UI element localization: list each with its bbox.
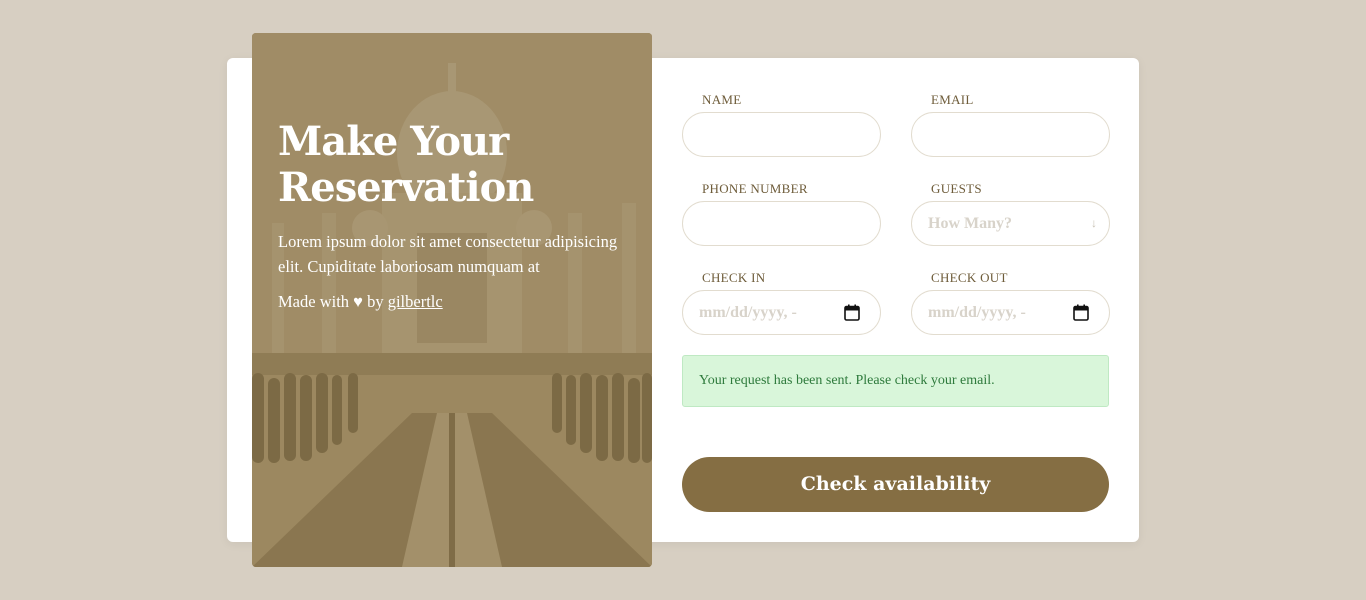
checkin-field: CHECK IN mm/dd/yyyy, - — [682, 270, 881, 335]
checkin-placeholder: mm/dd/yyyy, - — [699, 304, 797, 321]
phone-input[interactable] — [682, 201, 881, 246]
checkin-label: CHECK IN — [702, 270, 766, 285]
phone-field: PHONE NUMBER — [682, 181, 881, 246]
credit-link[interactable]: gilbertlc — [388, 292, 443, 311]
guests-select[interactable]: How Many? ↓ — [911, 201, 1110, 246]
calendar-icon[interactable] — [844, 304, 860, 321]
calendar-icon[interactable] — [1073, 304, 1089, 321]
email-input[interactable] — [911, 112, 1110, 157]
hero-panel: Make Your Reservation Lorem ipsum dolor … — [252, 33, 652, 567]
checkin-date-input[interactable]: mm/dd/yyyy, - — [682, 290, 881, 335]
checkout-field: CHECK OUT mm/dd/yyyy, - — [911, 270, 1110, 335]
hero-title-line2: Reservation — [278, 164, 534, 211]
checkout-placeholder: mm/dd/yyyy, - — [928, 304, 1026, 321]
check-availability-button[interactable]: Check availability — [682, 457, 1109, 512]
name-field: NAME — [682, 92, 881, 157]
guests-placeholder: How Many? — [928, 215, 1012, 232]
name-label: NAME — [702, 92, 742, 107]
hero-content: Make Your Reservation Lorem ipsum dolor … — [278, 119, 618, 314]
email-field: EMAIL — [911, 92, 1110, 157]
hero-credit: Made with ♥ by gilbertlc — [278, 289, 618, 314]
guests-field: GUESTS How Many? ↓ — [911, 181, 1110, 246]
guests-label: GUESTS — [931, 181, 982, 196]
credit-prefix: Made with ♥ by — [278, 292, 388, 311]
name-input[interactable] — [682, 112, 881, 157]
hero-title-line1: Make Your — [278, 118, 509, 165]
hero-description: Lorem ipsum dolor sit amet consectetur a… — [278, 232, 618, 276]
hero-title: Make Your Reservation — [278, 119, 618, 211]
email-label: EMAIL — [931, 92, 974, 107]
phone-label: PHONE NUMBER — [702, 181, 808, 196]
checkout-label: CHECK OUT — [931, 270, 1008, 285]
checkout-date-input[interactable]: mm/dd/yyyy, - — [911, 290, 1110, 335]
success-alert: Your request has been sent. Please check… — [682, 355, 1109, 407]
chevron-down-icon: ↓ — [1091, 216, 1097, 230]
